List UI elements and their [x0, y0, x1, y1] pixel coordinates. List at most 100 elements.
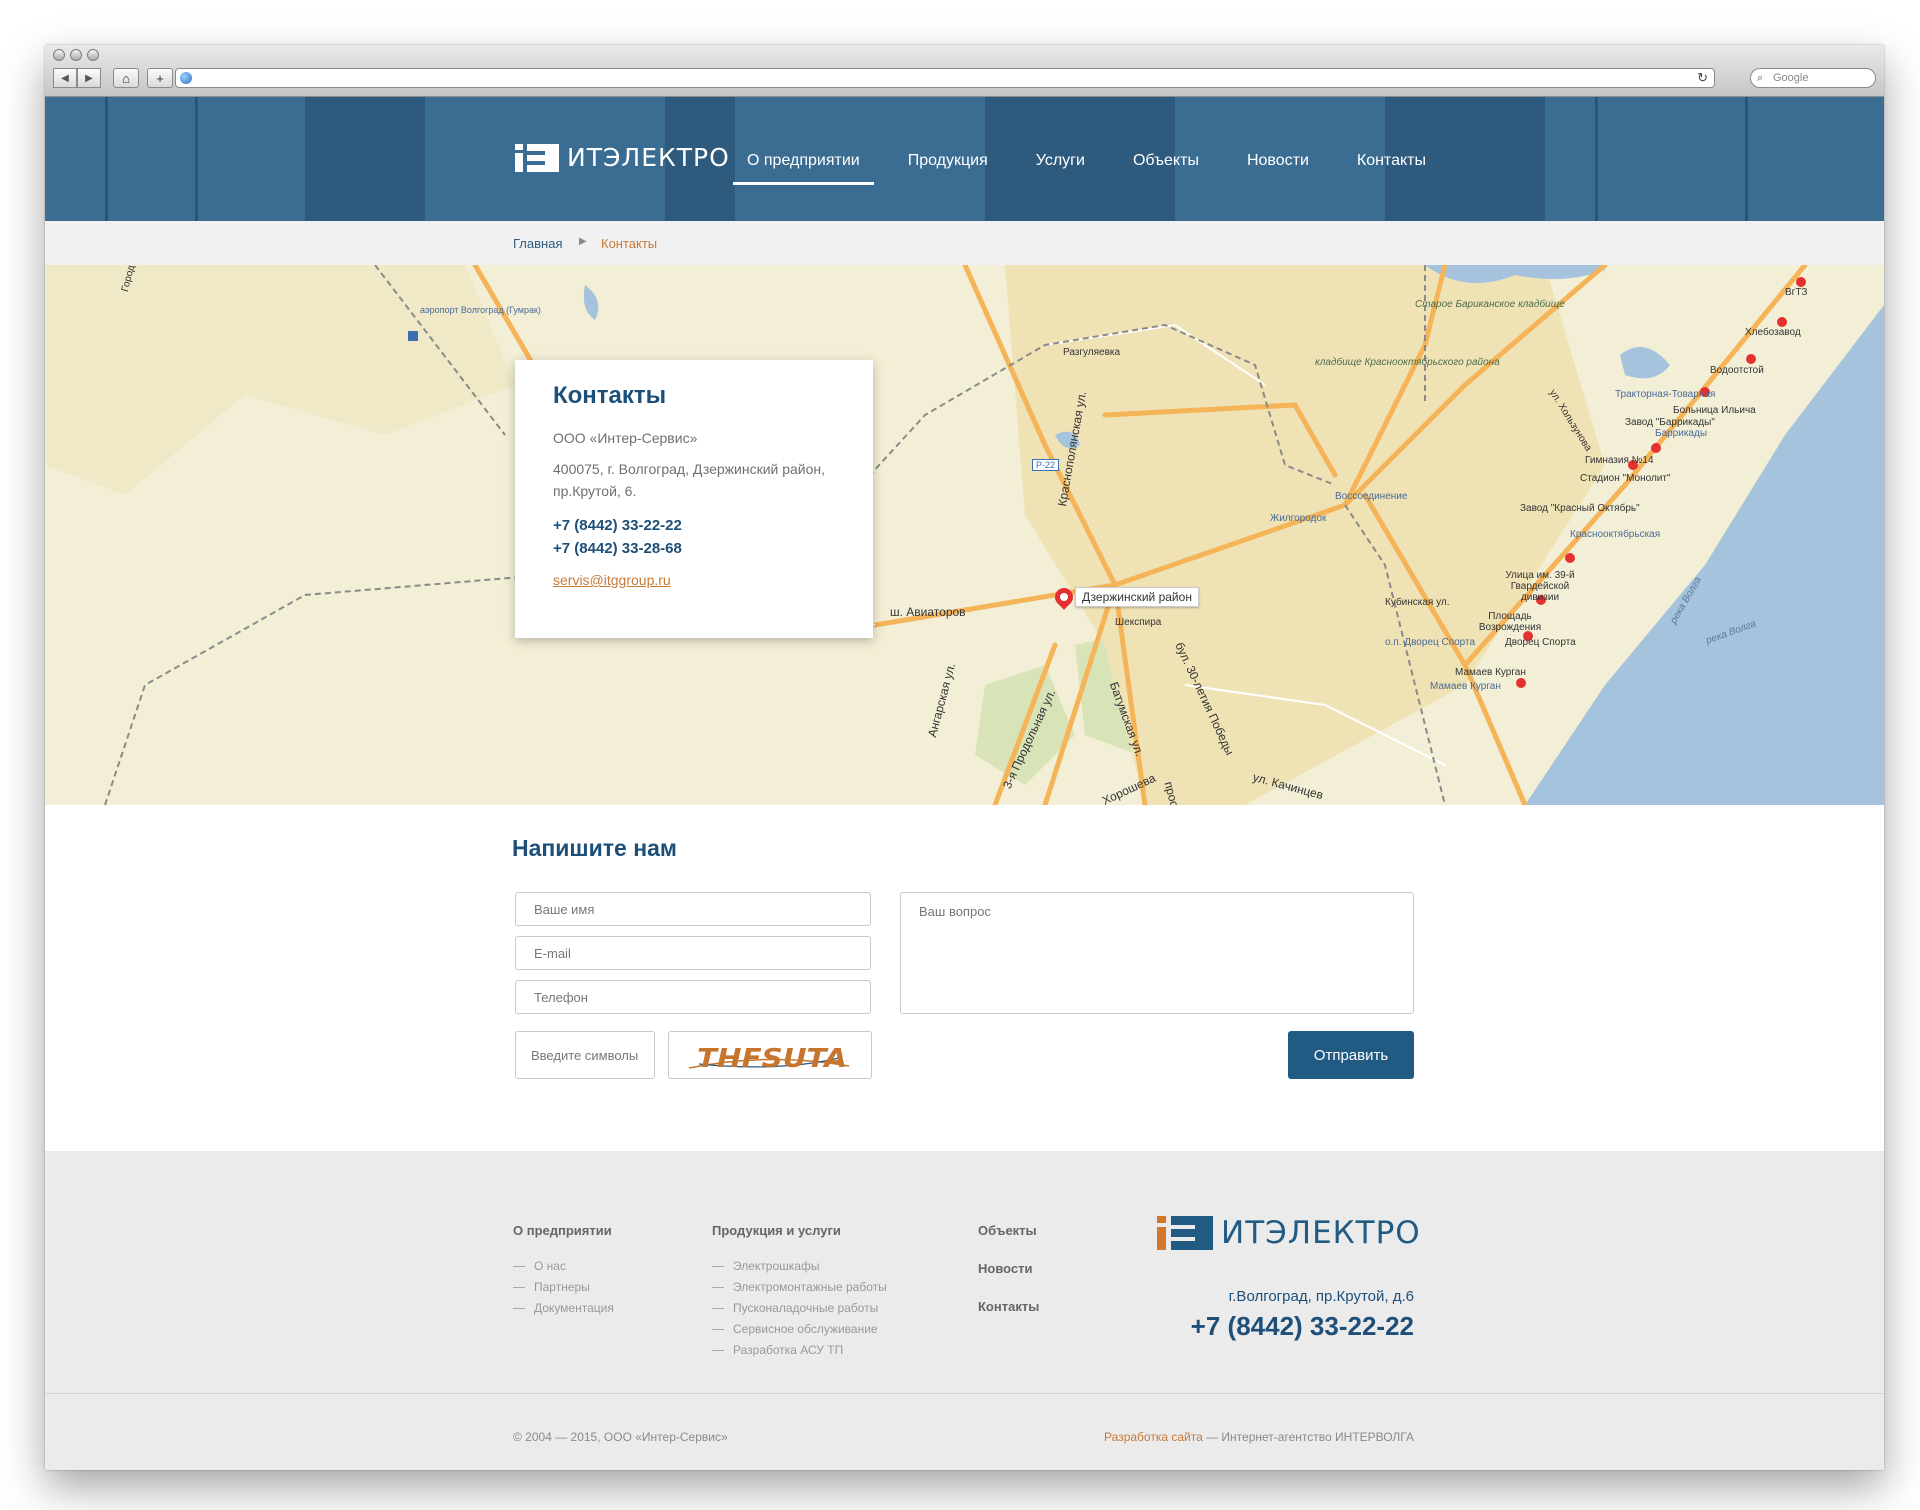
nav-item-products[interactable]: Продукция [894, 139, 1002, 183]
map-road-label: ш. Авиаторов [890, 605, 966, 619]
header-background-line [1595, 97, 1598, 221]
developer-text: — Интернет-агентство ИНТЕРВОЛГА [1202, 1430, 1414, 1444]
footer-logo[interactable]: ИТЭЛЕКТРО [1157, 1215, 1421, 1251]
breadcrumb-current: Контакты [601, 236, 658, 251]
nav-item-objects[interactable]: Объекты [1119, 139, 1213, 183]
site-logo[interactable]: ИТЭЛЕКТРО [515, 143, 730, 172]
map-label: Тракторная-Товарная [1615, 389, 1716, 400]
nav-item-services[interactable]: Услуги [1022, 139, 1099, 183]
name-field[interactable]: Ваше имя [515, 892, 871, 926]
map-label: кладбище Краснооктябрьского района [1315, 357, 1500, 368]
footer-link[interactable]: Электрошкафы [712, 1256, 887, 1277]
map-label: Мамаев Курган [1455, 667, 1526, 678]
minimize-window-icon[interactable] [70, 49, 82, 61]
footer-column-about: О предприятии О нас Партнеры Документаци… [513, 1223, 614, 1319]
map-label: Стадион "Монолит" [1580, 473, 1671, 484]
close-window-icon[interactable] [53, 49, 65, 61]
map-label: Завод "Красный Октябрь" [1520, 503, 1640, 514]
footer-link[interactable]: Разработка АСУ ТП [712, 1340, 887, 1361]
header-background-line [105, 97, 108, 221]
add-bookmark-icon[interactable]: + [147, 68, 173, 88]
map-label: Хлебозавод [1745, 327, 1801, 338]
map-label: Воссоединение [1335, 491, 1408, 502]
footer-nav-contacts[interactable]: Контакты [978, 1299, 1039, 1337]
footer-link[interactable]: Документация [513, 1298, 614, 1319]
browser-search-placeholder: Google [1773, 72, 1809, 84]
map[interactable]: аэропорт Волгоград (Гумрак) Разгуляевка … [45, 265, 1884, 805]
footer-column-products: Продукция и услуги Электрошкафы Электром… [712, 1223, 887, 1361]
phone-secondary[interactable]: +7 (8442) 33-28-68 [553, 537, 835, 560]
captcha-graphic: THFSUTA [688, 1044, 850, 1074]
forward-arrow-icon[interactable]: ▶ [77, 68, 101, 88]
nav-item-news[interactable]: Новости [1233, 139, 1323, 183]
developer-credit: Разработка сайта — Интернет-агентство ИН… [1104, 1430, 1414, 1444]
phone-field[interactable]: Телефон [515, 980, 871, 1014]
footer-logo-text: ИТЭЛЕКТРО [1221, 1215, 1421, 1251]
map-label: Мамаев Курган [1430, 681, 1501, 692]
address-bar[interactable]: ↻ [175, 68, 1715, 88]
site-header: ИТЭЛЕКТРО О предприятии Продукция Услуги… [45, 97, 1884, 221]
footer-link[interactable]: О нас [513, 1256, 614, 1277]
contact-card-title: Контакты [553, 382, 667, 409]
breadcrumb-separator-icon: ▶ [579, 236, 587, 247]
browser-window: ◀ ▶ ⌂ + ↻ ⌕ Google ИТЭЛЕКТРО О предприят… [45, 45, 1884, 1470]
header-background-line [1745, 97, 1748, 221]
globe-icon [180, 72, 192, 84]
captcha-input[interactable]: Введите символы [515, 1031, 655, 1079]
captcha-image: THFSUTA [668, 1031, 872, 1079]
map-label: Дворец Спорта [1505, 637, 1576, 648]
zoom-window-icon[interactable] [87, 49, 99, 61]
header-background-panel [305, 97, 425, 221]
footer-link[interactable]: Пусконаладочные работы [712, 1298, 887, 1319]
map-label: о.п. Дворец Спорта [1385, 637, 1476, 648]
map-label: Площадь Возрождения [1478, 611, 1542, 633]
map-road-label: Шекспира [1115, 617, 1162, 628]
map-label: Гимназия №14 [1585, 455, 1654, 466]
site-footer: О предприятии О нас Партнеры Документаци… [45, 1151, 1884, 1470]
browser-search-field[interactable]: ⌕ Google [1750, 68, 1876, 88]
map-label: Водоотстой [1710, 365, 1764, 376]
question-placeholder: Ваш вопрос [919, 904, 991, 919]
map-label: Старое Бариканское кладбище [1415, 299, 1565, 310]
back-arrow-icon[interactable]: ◀ [53, 68, 77, 88]
logo-text: ИТЭЛЕКТРО [567, 143, 730, 172]
map-label: Больница Ильича [1673, 405, 1756, 416]
captcha-input-placeholder: Введите символы [531, 1047, 639, 1063]
footer-link[interactable]: Сервисное обслуживание [712, 1319, 887, 1340]
map-label: Кубинская ул. [1385, 597, 1450, 608]
reload-icon[interactable]: ↻ [1697, 70, 1708, 86]
email-field[interactable]: E-mail [515, 936, 871, 970]
footer-link[interactable]: Электромонтажные работы [712, 1277, 887, 1298]
nav-item-about[interactable]: О предприятии [733, 139, 874, 185]
footer-phone[interactable]: +7 (8442) 33-22-22 [1191, 1311, 1414, 1342]
company-address: 400075, г. Волгоград, Дзержинский район,… [553, 461, 826, 499]
copyright: © 2004 — 2015, ООО «Интер-Сервис» [513, 1430, 728, 1444]
footer-nav-objects[interactable]: Объекты [978, 1223, 1039, 1261]
footer-divider [45, 1393, 1884, 1394]
name-field-placeholder: Ваше имя [534, 901, 595, 917]
magnifier-icon: ⌕ [1757, 72, 1764, 84]
email-link[interactable]: servis@itggroup.ru [553, 572, 671, 588]
footer-column-title[interactable]: О предприятии [513, 1223, 614, 1238]
footer-nav-news[interactable]: Новости [978, 1261, 1039, 1299]
map-pin-label: Дзержинский район [1075, 587, 1199, 607]
phone-primary[interactable]: +7 (8442) 33-22-22 [553, 514, 835, 537]
footer-column-title[interactable]: Продукция и услуги [712, 1223, 887, 1238]
home-icon[interactable]: ⌂ [113, 68, 139, 88]
footer-nav: Объекты Новости Контакты [978, 1223, 1039, 1337]
map-label: Баррикады [1655, 428, 1708, 439]
developer-link[interactable]: Разработка сайта [1104, 1430, 1203, 1444]
phone-field-placeholder: Телефон [534, 989, 588, 1005]
nav-item-contacts[interactable]: Контакты [1343, 139, 1440, 183]
submit-button[interactable]: Отправить [1288, 1031, 1414, 1079]
question-textarea[interactable]: Ваш вопрос [900, 892, 1414, 1014]
breadcrumb-home-link[interactable]: Главная [513, 236, 562, 251]
map-label: ВгТЗ [1785, 287, 1808, 298]
footer-link[interactable]: Партнеры [513, 1277, 614, 1298]
screenshot-stage: ◀ ▶ ⌂ + ↻ ⌕ Google ИТЭЛЕКТРО О предприят… [0, 0, 1920, 1510]
window-controls [53, 49, 99, 61]
form-title: Напишите нам [512, 835, 677, 861]
header-background-line [195, 97, 198, 221]
map-label: аэропорт Волгоград (Гумрак) [420, 305, 541, 315]
captcha-text: THFSUTA [697, 1044, 847, 1074]
